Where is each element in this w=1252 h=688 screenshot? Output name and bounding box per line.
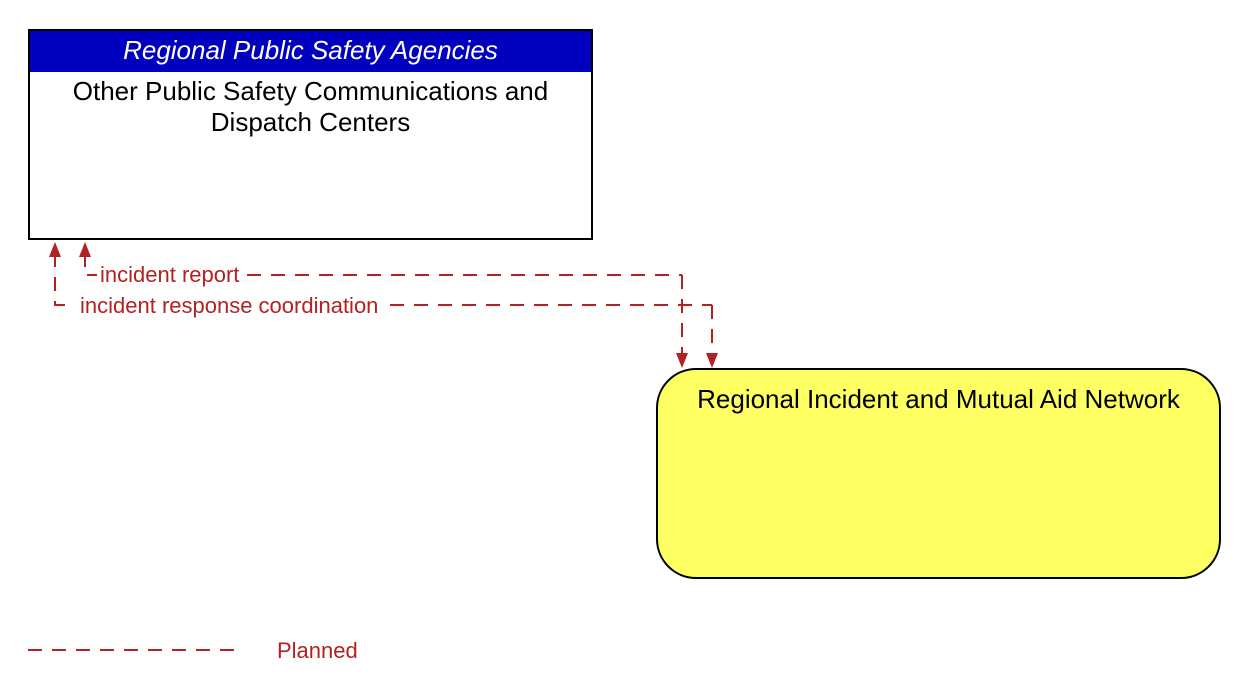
diagram-canvas: Regional Public Safety Agencies Other Pu…: [0, 0, 1252, 688]
arrowhead-irc-down: [706, 353, 718, 368]
flow-irc-left-stub: [55, 253, 75, 305]
network-title: Regional Incident and Mutual Aid Network: [678, 384, 1199, 415]
arrowhead-irc-up: [49, 242, 61, 257]
arrowhead-incident-report-down: [676, 353, 688, 368]
agency-title: Other Public Safety Communications and D…: [30, 72, 591, 142]
agency-entity-box: Regional Public Safety Agencies Other Pu…: [28, 29, 593, 240]
flow-label-incident-report: incident report: [100, 262, 239, 288]
network-entity-box: Regional Incident and Mutual Aid Network: [656, 368, 1221, 579]
flow-incident-report-left-stub: [85, 253, 97, 275]
flow-label-incident-response-coordination: incident response coordination: [80, 293, 378, 319]
arrowhead-incident-report-up: [79, 242, 91, 257]
agency-header: Regional Public Safety Agencies: [30, 31, 591, 72]
legend-planned-label: Planned: [277, 638, 358, 664]
